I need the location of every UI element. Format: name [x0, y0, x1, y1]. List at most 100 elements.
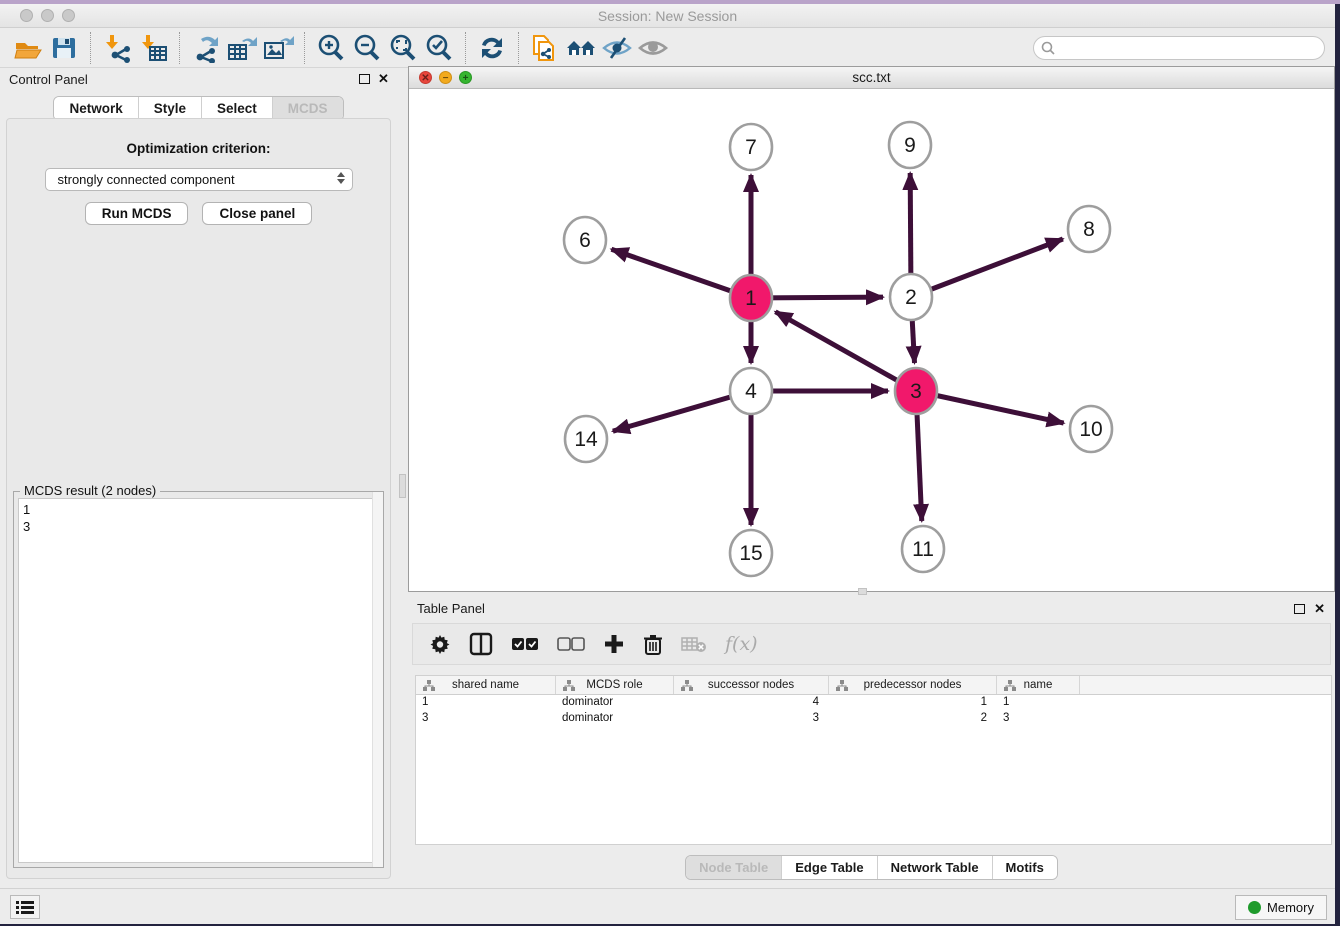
table-cell[interactable]: 3 [997, 711, 1080, 727]
table-cell[interactable]: 1 [416, 695, 556, 711]
tab-motifs[interactable]: Motifs [993, 856, 1057, 879]
graph-node-7[interactable]: 7 [730, 124, 772, 170]
svg-text:8: 8 [1083, 218, 1095, 241]
first-neighbors-icon[interactable] [563, 32, 599, 64]
export-table-icon[interactable] [224, 32, 260, 64]
node-table: shared nameMCDS rolesuccessor nodesprede… [415, 675, 1332, 845]
memory-label: Memory [1267, 900, 1314, 915]
graph-node-6[interactable]: 6 [564, 217, 606, 263]
close-panel-icon[interactable]: ✕ [378, 71, 389, 87]
tab-node-table[interactable]: Node Table [686, 856, 782, 879]
save-session-icon[interactable] [46, 32, 82, 64]
control-panel-title: Control Panel [9, 72, 88, 87]
table-cell[interactable]: 1 [829, 695, 997, 711]
graph-node-14[interactable]: 14 [565, 416, 607, 462]
svg-text:15: 15 [739, 542, 762, 565]
table-cell[interactable]: dominator [556, 695, 674, 711]
graph-node-1[interactable]: 1 [730, 275, 772, 321]
zoom-out-icon[interactable] [349, 32, 385, 64]
column-header-shared-name[interactable]: shared name [416, 676, 556, 694]
edge-3-10[interactable] [916, 391, 1064, 423]
column-header-MCDS-role[interactable]: MCDS role [556, 676, 674, 694]
table-cell[interactable]: 3 [416, 711, 556, 727]
table-cell[interactable]: 1 [997, 695, 1080, 711]
graph-node-2[interactable]: 2 [890, 274, 932, 320]
run-mcds-button[interactable]: Run MCDS [85, 202, 189, 225]
tab-edge-table[interactable]: Edge Table [782, 856, 877, 879]
table-panel-title: Table Panel [417, 601, 485, 616]
graph-node-11[interactable]: 11 [902, 526, 944, 572]
import-network-icon[interactable] [99, 32, 135, 64]
float-panel-icon[interactable] [359, 74, 370, 84]
tab-mcds[interactable]: MCDS [273, 97, 343, 120]
duplicate-network-icon[interactable] [527, 32, 563, 64]
select-all-checkboxes-icon[interactable] [511, 637, 539, 651]
graph-node-4[interactable]: 4 [730, 368, 772, 414]
show-details-icon[interactable] [635, 32, 671, 64]
tab-style[interactable]: Style [139, 97, 202, 120]
svg-text:2: 2 [905, 286, 917, 309]
delete-icon[interactable] [643, 633, 663, 655]
table-close-panel-icon[interactable]: ✕ [1314, 601, 1325, 617]
horizontal-splitter-handle[interactable] [858, 588, 867, 595]
deselect-checkboxes-icon[interactable] [557, 637, 585, 651]
graph-node-8[interactable]: 8 [1068, 206, 1110, 252]
table-cell[interactable]: 3 [674, 711, 829, 727]
edge-2-8[interactable] [911, 239, 1063, 297]
edge-3-1[interactable] [775, 312, 916, 391]
column-header-predecessor-nodes[interactable]: predecessor nodes [829, 676, 997, 694]
table-row[interactable]: 3dominator323 [416, 711, 1331, 727]
tab-select[interactable]: Select [202, 97, 273, 120]
export-image-icon[interactable] [260, 32, 296, 64]
hide-details-icon[interactable] [599, 32, 635, 64]
toolbar-separator [518, 32, 519, 64]
search-icon [1041, 41, 1055, 55]
mcds-result-textarea[interactable]: 1 3 [18, 498, 379, 863]
column-header-name[interactable]: name [997, 676, 1080, 694]
table-cell[interactable]: 4 [674, 695, 829, 711]
svg-text:10: 10 [1079, 418, 1102, 441]
optimization-criterion-label: Optimization criterion: [7, 141, 390, 156]
table-cell[interactable]: 2 [829, 711, 997, 727]
list-icon [16, 900, 34, 914]
refresh-icon[interactable] [474, 32, 510, 64]
network-canvas[interactable]: 7 9 6 8 1 2 4 3 14 10 15 11 [409, 89, 1334, 591]
svg-text:9: 9 [904, 134, 916, 157]
graph-node-3[interactable]: 3 [895, 368, 937, 414]
svg-text:1: 1 [745, 287, 757, 310]
table-cell[interactable]: dominator [556, 711, 674, 727]
graph-node-10[interactable]: 10 [1070, 406, 1112, 452]
search-input[interactable] [1033, 36, 1325, 60]
table-row[interactable]: 1dominator411 [416, 695, 1331, 711]
vertical-splitter-handle[interactable] [399, 474, 406, 498]
add-column-icon[interactable] [603, 633, 625, 655]
window-title: Session: New Session [0, 8, 1335, 24]
vertical-splitter[interactable] [397, 68, 408, 888]
table-float-panel-icon[interactable] [1294, 604, 1305, 614]
mcds-result-scrollbar[interactable] [372, 492, 383, 867]
toolbar-separator [465, 32, 466, 64]
close-panel-button[interactable]: Close panel [202, 202, 312, 225]
tab-network-table[interactable]: Network Table [878, 856, 993, 879]
delete-table-icon [681, 635, 707, 653]
svg-text:4: 4 [745, 380, 757, 403]
task-history-button[interactable] [10, 895, 40, 919]
zoom-in-icon[interactable] [313, 32, 349, 64]
zoom-selected-icon[interactable] [421, 32, 457, 64]
cytoscape-main-window: Session: New Session [0, 4, 1335, 924]
column-layout-icon[interactable] [469, 632, 493, 656]
zoom-fit-icon[interactable] [385, 32, 421, 64]
tab-network[interactable]: Network [54, 97, 138, 120]
status-bar: Memory [0, 888, 1335, 924]
import-table-icon[interactable] [135, 32, 171, 64]
open-file-icon[interactable] [10, 32, 46, 64]
table-header-row: shared nameMCDS rolesuccessor nodesprede… [416, 676, 1331, 695]
graph-node-9[interactable]: 9 [889, 122, 931, 168]
column-header-successor-nodes[interactable]: successor nodes [674, 676, 829, 694]
new-network-icon[interactable] [188, 32, 224, 64]
svg-text:3: 3 [910, 380, 922, 403]
gear-icon[interactable] [429, 633, 451, 655]
memory-button[interactable]: Memory [1235, 895, 1327, 920]
optimization-criterion-select[interactable]: strongly connected component [45, 168, 353, 191]
graph-node-15[interactable]: 15 [730, 530, 772, 576]
